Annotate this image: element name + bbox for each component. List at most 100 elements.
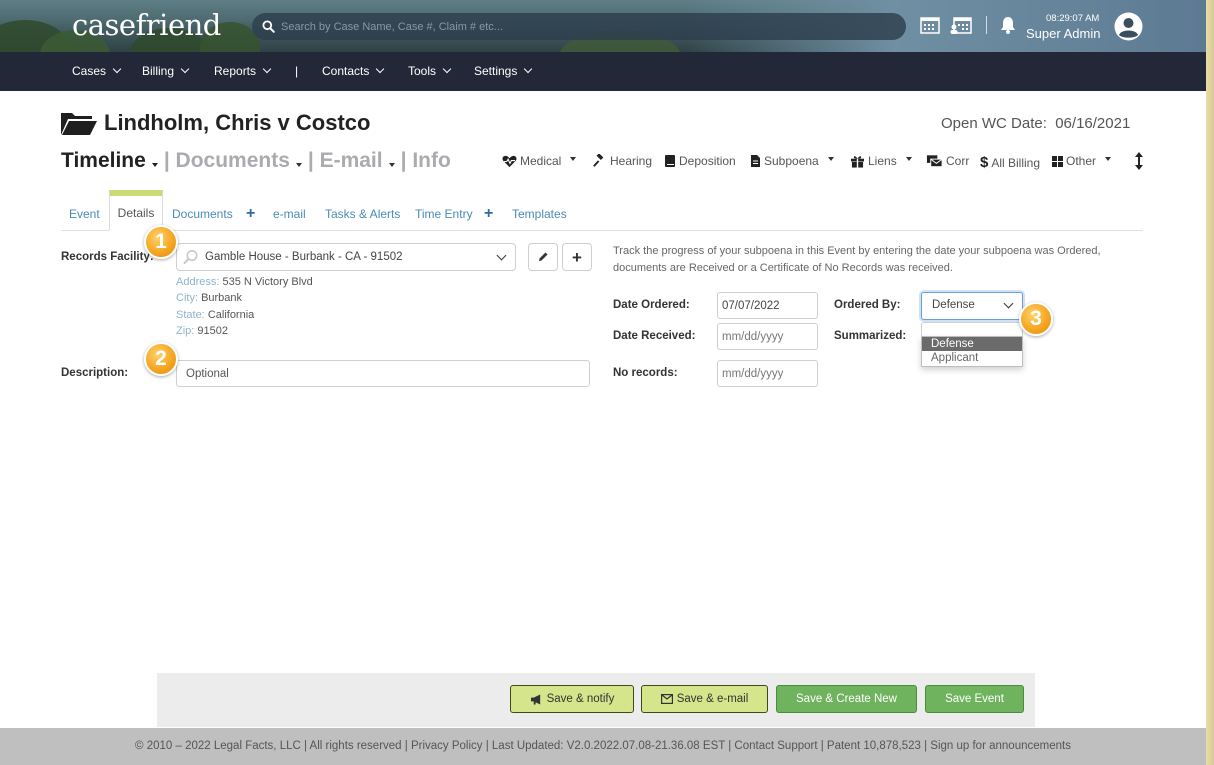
main-navbar: Cases Billing Reports | Contacts Tools S… <box>0 52 1206 91</box>
book-icon <box>665 155 675 167</box>
team-calendar-icon[interactable] <box>950 16 972 34</box>
folder-open-icon <box>61 113 97 135</box>
option-applicant[interactable]: Applicant <box>922 351 1022 365</box>
chevron-down-icon <box>524 64 533 74</box>
tab-event[interactable]: Event <box>69 207 100 221</box>
add-time-entry-icon[interactable]: + <box>484 205 493 223</box>
case-name: Lindholm, Chris v Costco <box>104 110 371 135</box>
nav-cases[interactable]: Cases <box>72 64 122 78</box>
open-wc-date: Open WC Date: 06/16/2021 <box>941 115 1131 132</box>
chevron-down-icon <box>180 64 190 74</box>
case-title: Lindholm, Chris v Costco <box>60 110 370 136</box>
nav-tools[interactable]: Tools <box>408 64 452 78</box>
quick-corr[interactable]: Corr <box>926 154 969 168</box>
quick-all-billing[interactable]: $ All Billing <box>980 154 1040 171</box>
heart-pulse-icon <box>502 155 517 167</box>
nav-reports[interactable]: Reports <box>214 64 272 78</box>
plus-icon: + <box>572 247 582 267</box>
quick-subpoena[interactable]: Subpoena <box>750 154 840 168</box>
app-logo[interactable]: casefriend <box>72 8 221 42</box>
grid-icon <box>1052 155 1063 167</box>
save-notify-button[interactable]: Save & notify <box>510 685 634 713</box>
quick-medical[interactable]: Medical <box>502 154 582 168</box>
step-badge-3: 3 <box>1019 302 1053 336</box>
quick-other[interactable]: Other <box>1052 154 1117 168</box>
section-timeline[interactable]: Timeline <box>61 149 146 173</box>
add-document-icon[interactable]: + <box>246 205 255 223</box>
caret-down-icon <box>570 157 577 161</box>
search-input[interactable] <box>281 20 881 33</box>
step-badge-1: 1 <box>144 225 178 259</box>
no-records-input[interactable] <box>717 360 818 387</box>
section-email[interactable]: | E-mail <box>308 149 383 173</box>
window-edge <box>1206 0 1214 765</box>
chevron-down-icon <box>376 64 385 74</box>
global-search[interactable] <box>252 13 906 40</box>
subpoena-help-text: Track the progress of your subpoena in t… <box>613 245 1101 274</box>
date-received-input[interactable] <box>717 323 818 350</box>
search-icon <box>183 250 198 264</box>
top-header: casefriend 08:29:07 AM Super Admin <box>0 0 1206 52</box>
gift-icon <box>851 155 864 168</box>
chevron-down-icon <box>442 64 452 74</box>
nav-settings[interactable]: Settings <box>474 64 533 78</box>
caret-down-icon[interactable] <box>295 163 302 167</box>
section-info[interactable]: | Info <box>401 149 451 173</box>
tab-email[interactable]: e-mail <box>273 207 306 221</box>
search-icon <box>262 20 275 33</box>
caret-down-icon <box>905 157 912 161</box>
expand-vertical-icon[interactable] <box>1134 152 1144 170</box>
chevron-down-icon <box>112 64 122 74</box>
nav-contacts[interactable]: Contacts <box>322 64 385 78</box>
date-ordered-input[interactable] <box>717 292 818 319</box>
edit-facility-button[interactable] <box>528 243 558 271</box>
nav-separator: | <box>295 64 299 78</box>
document-icon <box>751 155 760 167</box>
section-documents[interactable]: | Documents <box>164 149 290 173</box>
tab-tasks-alerts[interactable]: Tasks & Alerts <box>325 207 400 221</box>
bell-icon[interactable] <box>1000 16 1016 34</box>
facility-state: State: California <box>176 309 255 321</box>
records-facility-value: Gamble House - Burbank - CA - 91502 <box>205 251 403 263</box>
quick-liens[interactable]: Liens <box>850 154 918 168</box>
ordered-by-dropdown: Defense Applicant <box>921 336 1023 367</box>
date-ordered-label: Date Ordered: <box>613 299 690 311</box>
gavel-icon <box>593 154 604 167</box>
calendar-icon[interactable] <box>920 16 940 34</box>
quick-deposition[interactable]: Deposition <box>664 154 736 168</box>
chevron-down-icon <box>262 64 272 74</box>
clock-time: 08:29:07 AM <box>1046 13 1100 24</box>
caret-down-icon[interactable] <box>388 163 395 167</box>
option-defense[interactable]: Defense <box>922 337 1022 351</box>
description-label: Description: <box>61 367 129 379</box>
save-create-new-button[interactable]: Save & Create New <box>776 685 917 713</box>
envelope-icon <box>660 694 673 704</box>
correspondence-icon <box>926 155 943 168</box>
ordered-by-select[interactable]: Defense <box>921 292 1023 320</box>
tabs-divider <box>61 230 1143 231</box>
quick-hearing[interactable]: Hearing <box>592 154 652 168</box>
facility-address: Address: 535 N Victory Blvd <box>176 276 313 288</box>
summarized-label: Summarized: <box>834 330 907 342</box>
chevron-down-icon <box>1003 298 1014 309</box>
tab-documents[interactable]: Documents <box>172 207 233 221</box>
summarized-select[interactable] <box>921 322 1023 336</box>
dollar-icon: $ <box>980 154 989 171</box>
caret-down-icon <box>827 157 834 161</box>
step-badge-2: 2 <box>144 342 178 376</box>
page-footer: © 2010 – 2022 Legal Facts, LLC | All rig… <box>0 728 1206 765</box>
nav-billing[interactable]: Billing <box>142 64 190 78</box>
tab-templates[interactable]: Templates <box>512 207 567 221</box>
caret-down-icon <box>1105 157 1112 161</box>
save-email-button[interactable]: Save & e-mail <box>641 685 768 713</box>
user-avatar-icon[interactable] <box>1114 12 1143 41</box>
caret-down-icon[interactable] <box>151 163 158 167</box>
records-facility-select[interactable]: Gamble House - Burbank - CA - 91502 <box>176 243 516 271</box>
ordered-by-label: Ordered By: <box>834 299 901 311</box>
save-event-button[interactable]: Save Event <box>925 685 1024 713</box>
pencil-icon <box>539 252 548 261</box>
tab-time-entry[interactable]: Time Entry <box>415 207 473 221</box>
add-facility-button[interactable]: + <box>562 243 592 271</box>
user-name[interactable]: Super Admin <box>1026 26 1100 41</box>
description-input[interactable] <box>176 360 590 387</box>
